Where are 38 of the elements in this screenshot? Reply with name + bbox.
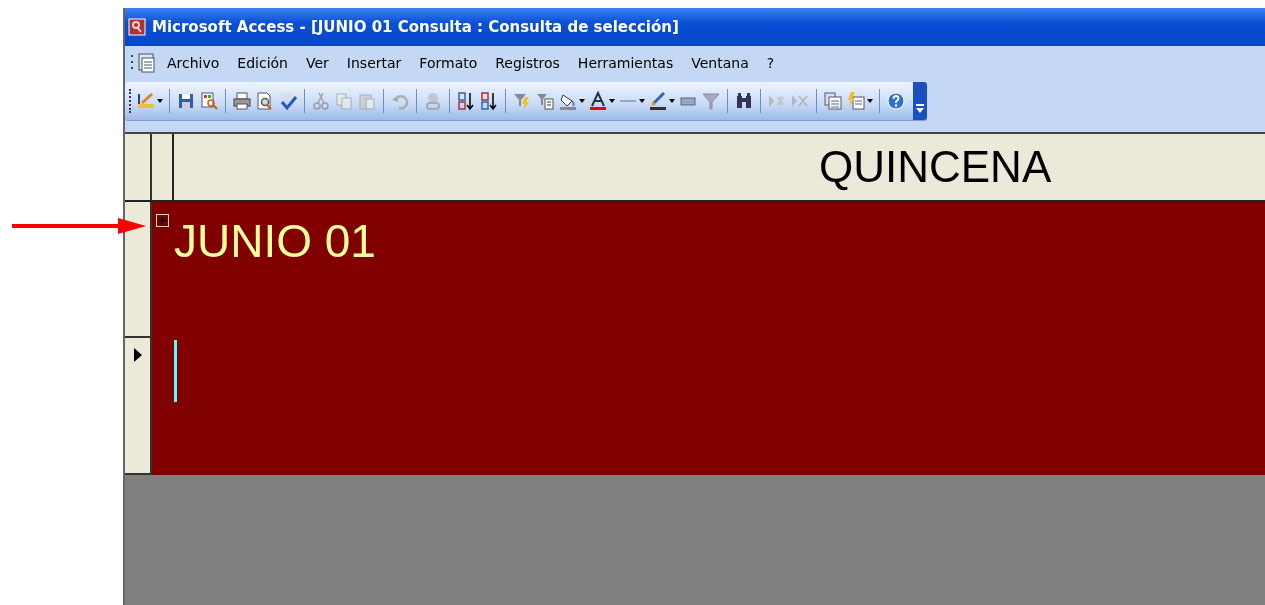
- dropdown-arrow-icon[interactable]: [867, 99, 873, 103]
- record-selector[interactable]: [125, 202, 152, 338]
- record-selector[interactable]: [125, 338, 152, 475]
- dropdown-arrow-icon[interactable]: [157, 99, 163, 103]
- menu-item[interactable]: ?: [758, 55, 783, 71]
- brush-icon[interactable]: [648, 91, 668, 111]
- menu-item[interactable]: Edición: [229, 55, 296, 71]
- menu-item[interactable]: Formato: [411, 55, 486, 71]
- dropdown-arrow-icon[interactable]: [639, 99, 645, 103]
- dropdown-arrow-icon[interactable]: [579, 99, 585, 103]
- expand-icon[interactable]: [156, 214, 169, 227]
- toolbar-options-icon[interactable]: [913, 82, 927, 120]
- print-preview-icon[interactable]: [199, 91, 219, 111]
- printer-icon[interactable]: [232, 91, 252, 111]
- filter-lightning-icon[interactable]: [512, 91, 532, 111]
- menu-item[interactable]: Herramientas: [569, 55, 682, 71]
- ruler-pencil-icon[interactable]: [136, 91, 156, 111]
- menu-bar-icon: [131, 52, 157, 74]
- font-color-icon[interactable]: [588, 91, 608, 111]
- database-window-icon[interactable]: [823, 91, 843, 111]
- sort-ascending-icon[interactable]: [456, 91, 476, 111]
- menu-item[interactable]: Ventana: [683, 55, 757, 71]
- menu-item[interactable]: Insertar: [338, 55, 410, 71]
- window-title: Microsoft Access - [JUNIO 01 Consulta : Consulta de selección]: [152, 18, 679, 36]
- dropdown-arrow-icon[interactable]: [609, 99, 615, 103]
- help-icon[interactable]: [886, 91, 906, 111]
- menu-item[interactable]: Registros: [487, 55, 568, 71]
- dropdown-arrow-icon[interactable]: [669, 99, 675, 103]
- paint-bucket-icon[interactable]: [558, 91, 578, 111]
- sort-descending-icon[interactable]: [479, 91, 499, 111]
- table-cell: JUNIO 01: [174, 214, 376, 268]
- binoculars-icon[interactable]: [734, 91, 754, 111]
- save-icon[interactable]: [176, 91, 196, 111]
- text-cursor: [174, 340, 177, 402]
- current-record-icon: [133, 348, 142, 362]
- menu-item[interactable]: Archivo: [159, 55, 228, 71]
- menu-item[interactable]: Ver: [298, 55, 337, 71]
- spelling-check-icon[interactable]: [278, 91, 298, 111]
